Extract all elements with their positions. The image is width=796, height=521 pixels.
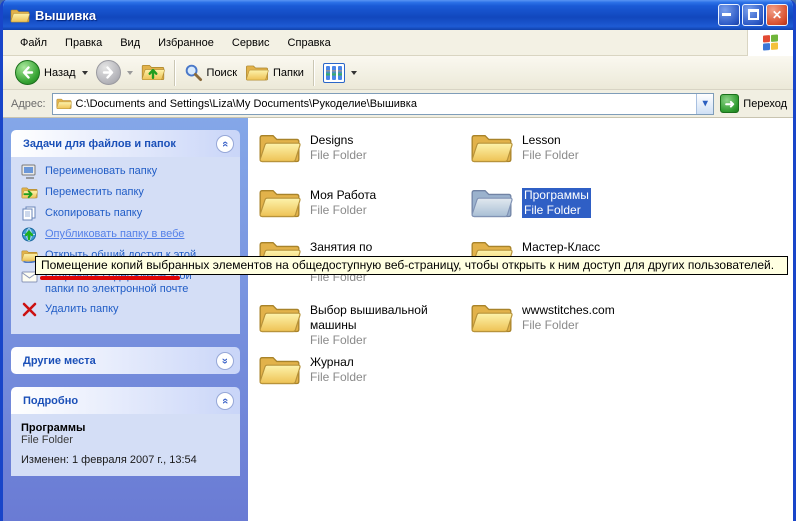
folder-tile-lesson[interactable]: LessonFile Folder [470,130,700,185]
address-path: C:\Documents and Settings\Liza\My Docume… [76,98,693,110]
expand-button[interactable]: « [216,352,234,370]
folder-tile-vybor-mashiny[interactable]: Выбор вышивальной машиныFile Folder [258,300,470,352]
menu-favorites[interactable]: Избранное [149,32,223,54]
address-dropdown-button[interactable]: ▾ [696,94,713,114]
address-folder-icon [56,97,72,110]
file-tasks-title: Задачи для файлов и папок [23,138,176,150]
windows-logo [747,30,793,56]
other-places-panel: Другие места « [11,347,240,374]
forward-icon [96,60,121,85]
title-bar[interactable]: Вышивка ✕ [3,0,793,30]
task-publish-folder-web[interactable]: Опубликовать папку в вебе [21,228,236,242]
go-button[interactable]: ➜ Переход [720,94,787,113]
menu-tools[interactable]: Сервис [223,32,279,54]
windows-flag-icon [763,34,778,50]
address-bar: Адрес: C:\Documents and Settings\Liza\My… [3,90,793,118]
views-dropdown-icon[interactable] [351,71,357,75]
details-panel: Подробно « Программы File Folder Изменен… [11,387,240,476]
file-list-area[interactable]: DesignsFile Folder LessonFile Folder Моя… [248,118,793,521]
chevron-up-icon: « [219,397,231,403]
file-tasks-header[interactable]: Задачи для файлов и папок « [11,130,240,157]
go-label: Переход [743,98,787,110]
back-icon [15,60,40,85]
chevron-up-icon: « [219,140,231,146]
menu-bar: Файл Правка Вид Избранное Сервис Справка [3,30,793,56]
folders-label: Папки [273,67,304,79]
go-arrow-icon: ➜ [720,94,739,113]
folder-icon-selected [470,185,513,220]
details-item-modified: Изменен: 1 февраля 2007 г., 13:54 [21,454,236,466]
move-icon [21,185,38,200]
folder-tile-designs[interactable]: DesignsFile Folder [258,130,470,185]
minimize-button[interactable] [718,4,740,26]
back-button[interactable]: Назад [11,58,92,87]
folder-icon [470,300,513,335]
close-button[interactable]: ✕ [766,4,788,26]
folder-icon [258,130,301,165]
task-copy-folder[interactable]: Скопировать папку [21,207,236,221]
rename-icon [21,164,38,179]
folders-icon [245,63,269,83]
copy-icon [21,206,38,221]
task-pane: Задачи для файлов и папок « Переименоват… [3,118,248,521]
folder-up-icon [141,62,165,83]
search-icon [184,63,203,82]
minimize-icon [722,13,731,16]
menu-view[interactable]: Вид [111,32,149,54]
maximize-icon [748,9,759,20]
chevron-down-icon: « [219,357,231,363]
task-move-folder[interactable]: Переместить папку [21,186,236,200]
details-item-type: File Folder [21,434,236,446]
chevron-down-icon: ▾ [703,98,708,109]
address-field[interactable]: C:\Documents and Settings\Liza\My Docume… [52,93,715,115]
address-label: Адрес: [11,98,46,110]
content-area: Задачи для файлов и папок « Переименоват… [3,118,793,521]
forward-button[interactable] [92,58,137,87]
tooltip: Помещение копий выбранных элементов на о… [35,256,788,275]
other-places-header[interactable]: Другие места « [11,347,240,374]
folder-icon [258,300,301,335]
file-tasks-panel: Задачи для файлов и папок « Переименоват… [11,130,240,334]
folder-tile-moya-rabota[interactable]: Моя РаботаFile Folder [258,185,470,237]
toolbar-separator [313,60,314,86]
toolbar-separator [174,60,175,86]
views-icon [323,63,345,83]
collapse-button[interactable]: « [216,135,234,153]
window-title: Вышивка [35,8,718,23]
folder-tile-zhurnal[interactable]: ЖурналFile Folder [258,352,470,397]
details-title: Подробно [23,395,78,407]
views-button[interactable] [319,61,361,85]
details-header[interactable]: Подробно « [11,387,240,414]
details-item-name: Программы [21,422,236,434]
delete-icon [21,302,38,317]
publish-web-icon [21,227,38,242]
up-button[interactable] [137,60,169,85]
folder-tile-programmy-selected[interactable]: ПрограммыFile Folder [470,185,700,237]
task-rename-folder[interactable]: Переименовать папку [21,165,236,179]
folders-button[interactable]: Папки [241,61,308,85]
search-button[interactable]: Поиск [180,61,241,84]
explorer-window: Вышивка ✕ Файл Правка Вид Избранное Серв… [0,0,796,521]
folder-icon [258,185,301,220]
search-label: Поиск [207,67,237,79]
window-folder-icon [10,7,30,24]
annotation-underline [40,276,180,280]
menu-file[interactable]: Файл [11,32,56,54]
folder-icon [470,130,513,165]
folder-icon [258,352,301,387]
close-icon: ✕ [772,8,782,22]
folder-tile-wwwstitches[interactable]: wwwstitches.comFile Folder [470,300,700,352]
menu-edit[interactable]: Правка [56,32,111,54]
menu-help[interactable]: Справка [279,32,340,54]
other-places-title: Другие места [23,355,96,367]
maximize-button[interactable] [742,4,764,26]
back-label: Назад [44,67,76,79]
forward-dropdown-icon[interactable] [127,71,133,75]
collapse-button[interactable]: « [216,392,234,410]
toolbar: Назад Поиск Папки [3,56,793,90]
task-delete-folder[interactable]: Удалить папку [21,303,236,317]
back-dropdown-icon[interactable] [82,71,88,75]
